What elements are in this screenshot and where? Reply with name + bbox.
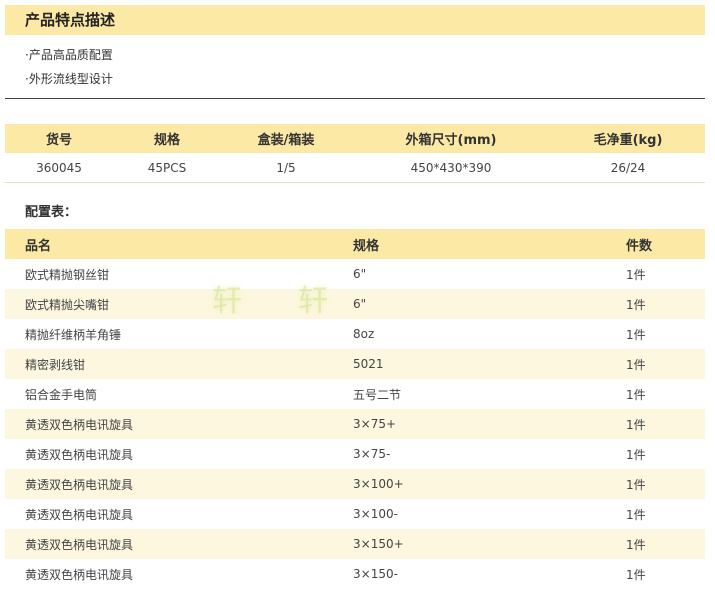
config-header-spec: 规格 (333, 229, 606, 259)
config-spec: 3×100- (353, 507, 398, 521)
config-header-name: 品名 (5, 229, 333, 259)
config-qty: 1件 (606, 469, 705, 499)
config-name: 黄透双色柄电讯旋具 (25, 507, 134, 522)
config-name: 黄透双色柄电讯旋具 (25, 567, 134, 582)
table-row: 黄透双色柄电讯旋具 3×75- 1件 (5, 439, 705, 469)
table-row: 黄透双色柄电讯旋具 3×100- 1件 (5, 499, 705, 529)
spec-header-spec: 规格 (113, 124, 221, 153)
config-spec: 3×75- (353, 447, 391, 461)
feature-item: ·产品高品质配置 (25, 48, 113, 62)
config-spec: 3×100+ (333, 469, 606, 499)
config-name: 黄透双色柄电讯旋具 (5, 469, 333, 499)
spec-weight: 26/24 (551, 153, 705, 183)
config-spec: 5021 (333, 349, 606, 379)
config-name: 精密剥线钳 (5, 349, 333, 379)
config-qty: 1件 (626, 387, 646, 402)
config-name: 精抛纤维柄羊角锤 (25, 327, 122, 342)
table-row: 欧式精抛尖嘴钳 6" 1件 (5, 289, 705, 319)
section-title: 产品特点描述 (5, 5, 705, 35)
config-spec: 6" (353, 267, 367, 281)
config-name: 黄透双色柄电讯旋具 (25, 447, 134, 462)
config-spec: 3×150+ (333, 529, 606, 559)
spec-item-no: 360045 (5, 153, 113, 183)
config-name: 欧式精抛钢丝钳 (25, 267, 110, 282)
config-spec: 8oz (353, 327, 375, 341)
table-row: 黄透双色柄电讯旋具 3×75+ 1件 (5, 409, 705, 439)
config-table: 品名 规格 件数 欧式精抛钢丝钳 6" 1件 欧式精抛尖嘴钳 6" 1件 精抛纤… (5, 229, 705, 589)
config-spec: 3×75+ (333, 409, 606, 439)
spec-spec: 45PCS (113, 153, 221, 183)
config-qty: 1件 (606, 409, 705, 439)
spec-packing: 1/5 (221, 153, 351, 183)
config-qty: 1件 (606, 529, 705, 559)
config-qty: 1件 (626, 267, 646, 282)
section-divider (5, 98, 705, 99)
table-row: 黄透双色柄电讯旋具 3×150- 1件 (5, 559, 705, 589)
config-header-row: 品名 规格 件数 (5, 229, 705, 259)
config-qty: 1件 (606, 289, 705, 319)
config-name: 铝合金手电筒 (25, 387, 98, 402)
config-header-qty: 件数 (606, 229, 705, 259)
table-row: 铝合金手电筒 五号二节 1件 (5, 379, 705, 409)
table-row: 精抛纤维柄羊角锤 8oz 1件 (5, 319, 705, 349)
config-name: 黄透双色柄电讯旋具 (5, 409, 333, 439)
config-qty: 1件 (626, 327, 646, 342)
feature-item: ·外形流线型设计 (25, 72, 113, 86)
config-qty: 1件 (626, 447, 646, 462)
table-row: 黄透双色柄电讯旋具 3×100+ 1件 (5, 469, 705, 499)
config-name: 欧式精抛尖嘴钳 (5, 289, 333, 319)
spec-header-carton-size: 外箱尺寸(mm) (351, 124, 551, 153)
config-title: 配置表： (25, 205, 78, 220)
spec-header-item-no: 货号 (5, 124, 113, 153)
spec-carton-size: 450*430*390 (351, 153, 551, 183)
table-row: 黄透双色柄电讯旋具 3×150+ 1件 (5, 529, 705, 559)
spec-header-packing: 盒装/箱装 (221, 124, 351, 153)
feature-list: ·产品高品质配置 ·外形流线型设计 (25, 43, 685, 91)
config-spec: 五号二节 (353, 387, 402, 402)
config-qty: 1件 (606, 349, 705, 379)
spec-header-weight: 毛净重(kg) (551, 124, 705, 153)
table-row: 欧式精抛钢丝钳 6" 1件 (5, 259, 705, 289)
config-spec: 6" (333, 289, 606, 319)
spec-table: 货号 规格 盒装/箱装 外箱尺寸(mm) 毛净重(kg) 360045 45PC… (5, 124, 705, 183)
config-spec: 3×150- (353, 567, 398, 581)
spec-data-row: 360045 45PCS 1/5 450*430*390 26/24 (5, 153, 705, 183)
spec-header-row: 货号 规格 盒装/箱装 外箱尺寸(mm) 毛净重(kg) (5, 124, 705, 153)
config-qty: 1件 (626, 567, 646, 582)
table-row: 精密剥线钳 5021 1件 (5, 349, 705, 379)
config-name: 黄透双色柄电讯旋具 (5, 529, 333, 559)
config-qty: 1件 (626, 507, 646, 522)
